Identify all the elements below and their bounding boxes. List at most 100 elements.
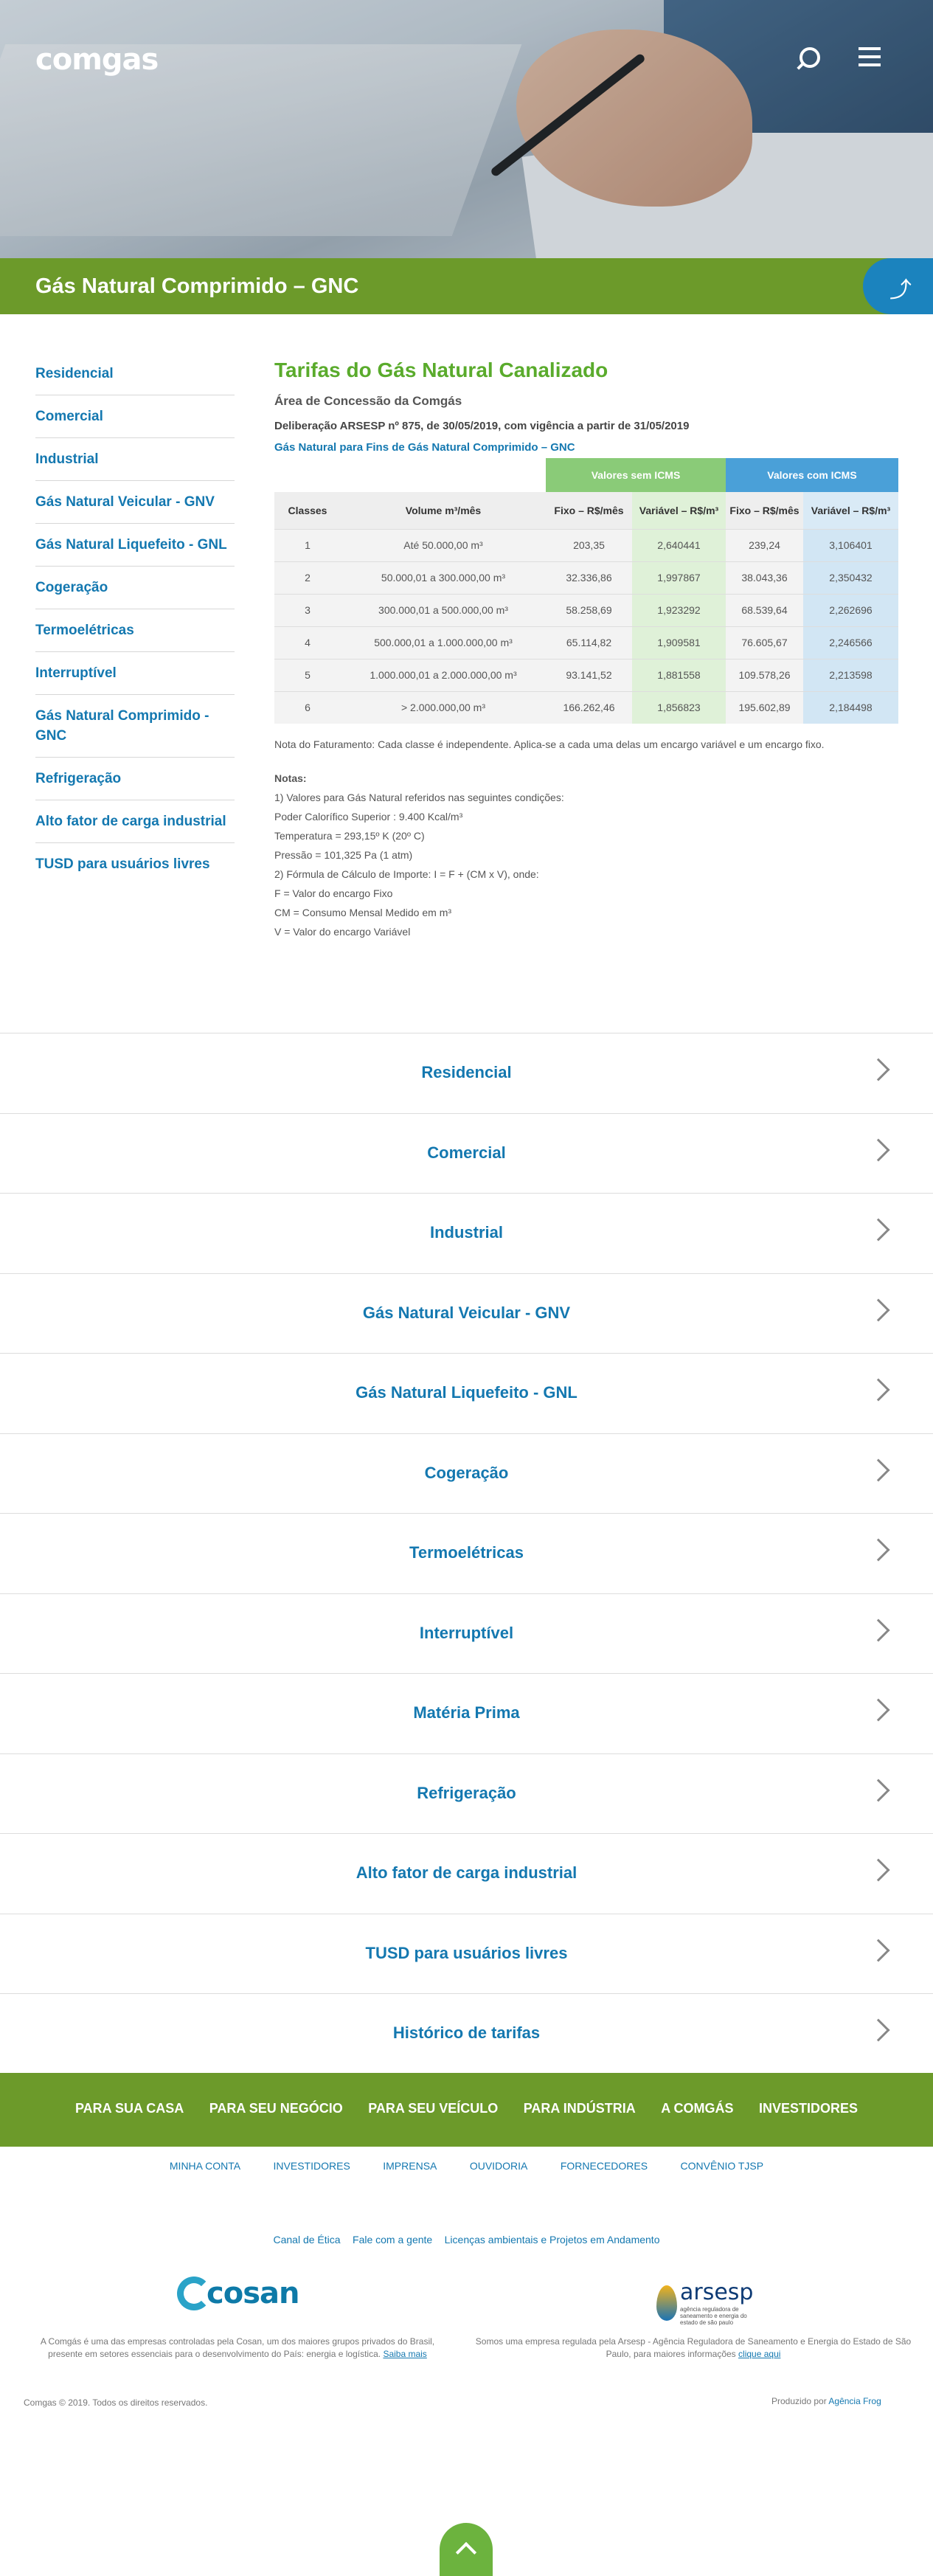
table-cell: Até 50.000,00 m³ bbox=[341, 528, 546, 561]
footer-nav-comgas[interactable]: A COMGÁS bbox=[661, 2101, 733, 2116]
note-line: CM = Consumo Mensal Medido em m³ bbox=[274, 907, 452, 918]
produced-by-label: Produzido por bbox=[771, 2396, 827, 2406]
column-header: Variável – R$/m³ bbox=[632, 492, 726, 529]
footer-nav-casa[interactable]: PARA SUA CASA bbox=[75, 2101, 184, 2116]
footer-link-licencas[interactable]: Licenças ambientais e Projetos em Andame… bbox=[445, 2234, 660, 2246]
cosan-saiba-mais-link[interactable]: Saiba mais bbox=[383, 2349, 426, 2359]
agencia-frog-link[interactable]: Agência Frog bbox=[828, 2396, 881, 2406]
table-cell: 3 bbox=[274, 593, 341, 626]
arsesp-description: Somos uma empresa regulada pela Arsesp -… bbox=[472, 2336, 915, 2361]
table-cell: 203,35 bbox=[546, 528, 632, 561]
accordion-label: Interruptível bbox=[419, 1623, 514, 1642]
table-cell: 300.000,01 a 500.000,00 m³ bbox=[341, 593, 546, 626]
comgas-logo[interactable]: comgas bbox=[35, 43, 159, 77]
footer-nav-negocio[interactable]: PARA SEU NEGÓCIO bbox=[209, 2101, 343, 2116]
footer-link-minha-conta[interactable]: MINHA CONTA bbox=[170, 2160, 240, 2172]
footer-link-convenio[interactable]: CONVÊNIO TJSP bbox=[681, 2160, 764, 2172]
table-cell: 93.141,52 bbox=[546, 658, 632, 691]
sidebar-item-comercial[interactable]: Comercial bbox=[35, 395, 235, 438]
category-accordion: Residencial Comercial Industrial Gás Nat… bbox=[0, 1033, 933, 2074]
cosan-description: A Comgás é uma das empresas controladas … bbox=[24, 2336, 451, 2361]
cosan-logo[interactable]: cosan bbox=[177, 2276, 302, 2312]
accordion-item-cogeracao[interactable]: Cogeração bbox=[0, 1434, 933, 1514]
group-header-com-icms: Valores com ICMS bbox=[726, 458, 898, 492]
table-cell: 50.000,01 a 300.000,00 m³ bbox=[341, 561, 546, 594]
sidebar-item-industrial[interactable]: Industrial bbox=[35, 438, 235, 481]
table-cell: 2,246566 bbox=[803, 626, 898, 659]
sidebar-item-termoeletricas[interactable]: Termoelétricas bbox=[35, 609, 235, 652]
accordion-item-residencial[interactable]: Residencial bbox=[0, 1033, 933, 1114]
table-cell: 65.114,82 bbox=[546, 626, 632, 659]
accordion-item-historico[interactable]: Histórico de tarifas bbox=[0, 1994, 933, 2074]
footer-link-imprensa[interactable]: IMPRENSA bbox=[383, 2160, 437, 2172]
table-cell: > 2.000.000,00 m³ bbox=[341, 690, 546, 724]
table-subtitle: Gás Natural para Fins de Gás Natural Com… bbox=[274, 441, 575, 454]
footer-link-fale-conosco[interactable]: Fale com a gente bbox=[353, 2234, 432, 2246]
sidebar-item-gnl[interactable]: Gás Natural Liquefeito - GNL bbox=[35, 524, 235, 567]
accordion-label: Residencial bbox=[421, 1063, 512, 1081]
column-header: Fixo – R$/mês bbox=[546, 492, 632, 529]
table-row: 3 300.000,01 a 500.000,00 m³ 58.258,69 1… bbox=[274, 593, 898, 626]
table-cell: 500.000,01 a 1.000.000,00 m³ bbox=[341, 626, 546, 659]
table-cell: 4 bbox=[274, 626, 341, 659]
sidebar-item-tusd[interactable]: TUSD para usuários livres bbox=[35, 843, 235, 885]
search-icon[interactable] bbox=[794, 44, 823, 74]
column-header: Volume m³/mês bbox=[341, 492, 546, 529]
note-line: V = Valor do encargo Variável bbox=[274, 926, 411, 938]
arsesp-logo[interactable]: arsesp agência reguladora de saneamento … bbox=[656, 2279, 753, 2326]
footer-link-investidores[interactable]: INVESTIDORES bbox=[274, 2160, 350, 2172]
sidebar-item-alto-fator[interactable]: Alto fator de carga industrial bbox=[35, 800, 235, 843]
accordion-item-tusd[interactable]: TUSD para usuários livres bbox=[0, 1914, 933, 1994]
accordion-item-refrigeracao[interactable]: Refrigeração bbox=[0, 1754, 933, 1834]
table-cell: 1.000.000,01 a 2.000.000,00 m³ bbox=[341, 658, 546, 691]
footer-nav-investidores[interactable]: INVESTIDORES bbox=[759, 2101, 858, 2116]
note-line: Poder Calorífico Superior : 9.400 Kcal/m… bbox=[274, 811, 463, 823]
sidebar-item-gnc[interactable]: Gás Natural Comprimido - GNC bbox=[35, 695, 235, 758]
sidebar-item-refrigeracao[interactable]: Refrigeração bbox=[35, 758, 235, 800]
sidebar-item-gnv[interactable]: Gás Natural Veicular - GNV bbox=[35, 481, 235, 524]
sidebar-item-cogeracao[interactable]: Cogeração bbox=[35, 567, 235, 609]
produced-by: Produzido por Agência Frog bbox=[771, 2396, 881, 2406]
table-cell: 32.336,86 bbox=[546, 561, 632, 594]
table-cell: 5 bbox=[274, 658, 341, 691]
footer-nav-veiculo[interactable]: PARA SEU VEÍCULO bbox=[368, 2101, 498, 2116]
billing-note: Nota do Faturamento: Cada classe é indep… bbox=[274, 738, 825, 750]
table-cell: 166.262,46 bbox=[546, 690, 632, 724]
note-line: Temperatura = 293,15º K (20º C) bbox=[274, 830, 425, 842]
group-header-sem-icms: Valores sem ICMS bbox=[546, 458, 726, 492]
accordion-item-gnv[interactable]: Gás Natural Veicular - GNV bbox=[0, 1274, 933, 1354]
accordion-item-interruptivel[interactable]: Interruptível bbox=[0, 1594, 933, 1674]
content-heading: Tarifas do Gás Natural Canalizado bbox=[274, 359, 608, 381]
concession-area: Área de Concessão da Comgás bbox=[274, 394, 462, 408]
arsesp-clique-link[interactable]: clique aqui bbox=[738, 2349, 780, 2359]
accordion-item-industrial[interactable]: Industrial bbox=[0, 1194, 933, 1274]
back-to-top-button[interactable] bbox=[440, 2523, 493, 2576]
sidebar-item-interruptivel[interactable]: Interruptível bbox=[35, 652, 235, 695]
menu-icon[interactable] bbox=[857, 44, 887, 74]
sidebar-item-residencial[interactable]: Residencial bbox=[35, 353, 235, 395]
table-cell: 1,856823 bbox=[632, 690, 726, 724]
accordion-item-comercial[interactable]: Comercial bbox=[0, 1114, 933, 1194]
footer-link-fornecedores[interactable]: FORNECEDORES bbox=[561, 2160, 648, 2172]
accordion-label: Comercial bbox=[427, 1143, 506, 1162]
note-line: 1) Valores para Gás Natural referidos na… bbox=[274, 792, 564, 803]
arsesp-logo-tagline: agência reguladora de saneamento e energ… bbox=[680, 2306, 747, 2326]
column-header: Classes bbox=[274, 492, 341, 529]
deliberation-text: Deliberação ARSESP nº 875, de 30/05/2019… bbox=[274, 420, 690, 432]
share-button[interactable] bbox=[863, 258, 933, 314]
table-cell: 2,350432 bbox=[803, 561, 898, 594]
table-cell: 109.578,26 bbox=[726, 658, 803, 691]
column-header: Fixo – R$/mês bbox=[726, 492, 803, 529]
arsesp-drop-icon bbox=[656, 2285, 677, 2321]
footer-sublinks: MINHA CONTA INVESTIDORES IMPRENSA OUVIDO… bbox=[0, 2160, 933, 2173]
copyright: Comgas © 2019. Todos os direitos reserva… bbox=[24, 2397, 208, 2408]
menu-bar bbox=[859, 63, 881, 66]
accordion-item-alto-fator[interactable]: Alto fator de carga industrial bbox=[0, 1834, 933, 1914]
footer-link-canal-etica[interactable]: Canal de Ética bbox=[274, 2234, 341, 2246]
accordion-item-gnl[interactable]: Gás Natural Liquefeito - GNL bbox=[0, 1354, 933, 1434]
footer-link-ouvidoria[interactable]: OUVIDORIA bbox=[470, 2160, 528, 2172]
accordion-item-materia-prima[interactable]: Matéria Prima bbox=[0, 1674, 933, 1754]
footer-nav-industria[interactable]: PARA INDÚSTRIA bbox=[524, 2101, 636, 2116]
table-cell: 6 bbox=[274, 690, 341, 724]
accordion-item-termoeletricas[interactable]: Termoelétricas bbox=[0, 1514, 933, 1594]
